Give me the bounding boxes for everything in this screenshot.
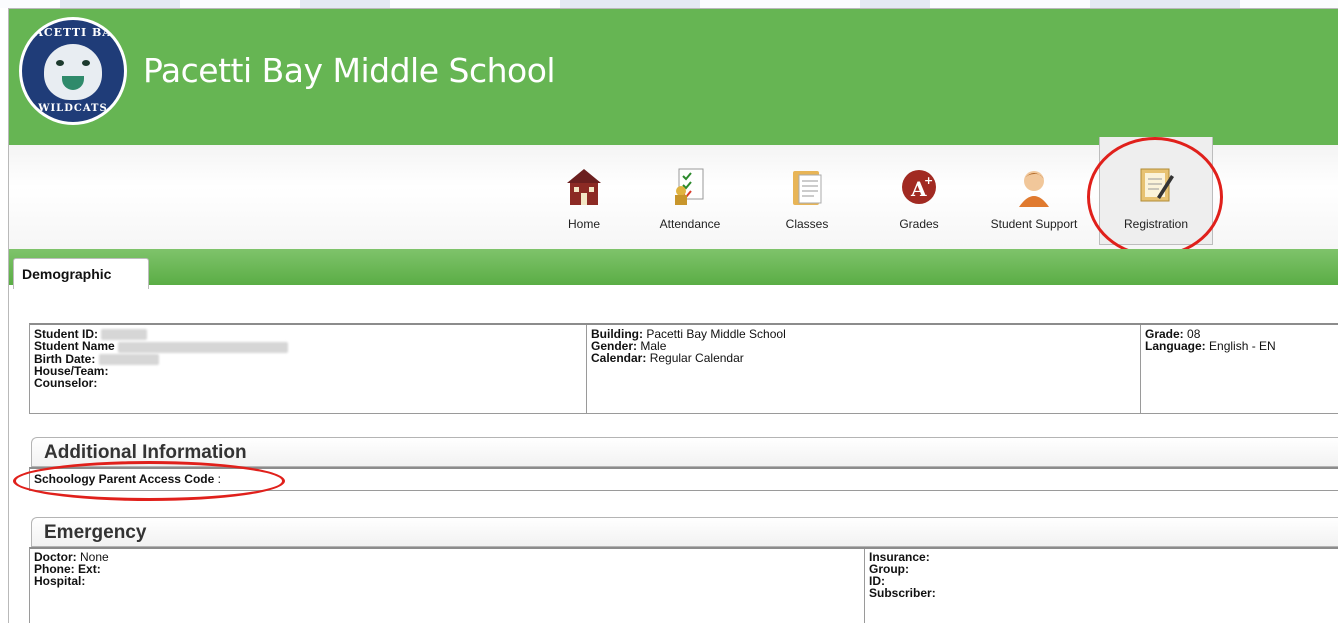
student-support-icon (1019, 171, 1049, 207)
schoology-label: Schoology Parent Access Code (34, 472, 215, 486)
schoology-colon: : (217, 472, 221, 486)
nav-grades-label: Grades (899, 217, 939, 231)
nav-student-support[interactable]: Student Support (979, 151, 1089, 243)
tab-band (9, 249, 1338, 285)
attendance-icon (675, 168, 704, 205)
school-logo[interactable]: PACETTI BAY WILDCATS (19, 17, 127, 125)
classes-icon (793, 171, 822, 205)
redacted-value (101, 329, 148, 341)
language-label: Language: (1145, 339, 1206, 353)
nav-classes-label: Classes (785, 217, 829, 231)
building-value: Pacetti Bay Middle School (646, 327, 786, 341)
logo-top-text: PACETTI BAY (25, 26, 121, 39)
nav-attendance[interactable]: Attendance (643, 151, 737, 243)
school-header: PACETTI BAY WILDCATS Pacetti Bay Middle … (9, 9, 1338, 145)
language-value: English - EN (1209, 339, 1276, 353)
nav-home-label: Home (567, 217, 600, 231)
nav-classes[interactable]: Classes (769, 151, 845, 243)
insurance-column: Insurance: Group: ID: Subscriber: (864, 549, 1338, 623)
additional-info-header: Additional Information (31, 437, 1338, 467)
emergency-body: Doctor: None Phone: Ext: Hospital: Insur… (29, 547, 1338, 623)
calendar-value: Regular Calendar (649, 351, 744, 365)
nav-attendance-label: Attendance (659, 217, 721, 231)
browser-page: PACETTI BAY WILDCATS Pacetti Bay Middle … (8, 8, 1338, 623)
nav-grades[interactable]: A + Grades (881, 151, 957, 243)
counselor-label: Counselor: (34, 375, 98, 390)
nav-registration[interactable]: Registration (1099, 137, 1213, 245)
doctor-column: Doctor: None Phone: Ext: Hospital: (30, 549, 864, 623)
student-info-column: Student ID: Student Name Birth Date: Hou… (30, 325, 586, 413)
nav-home[interactable]: Home (549, 151, 619, 243)
grades-icon: A + (902, 170, 936, 204)
hospital-label: Hospital: (34, 574, 86, 588)
schoology-row: Schoology Parent Access Code : (30, 469, 1338, 490)
main-nav: Home Attendance Classes A + Grades Stude… (9, 137, 1338, 250)
registration-icon (1140, 168, 1174, 202)
building-info-column: Building: Pacetti Bay Middle School Gend… (586, 325, 1140, 413)
redacted-value (98, 353, 159, 365)
nav-registration-label: Registration (1123, 217, 1189, 231)
grade-info-column: Grade: 08 Language: English - EN (1140, 325, 1338, 413)
calendar-label: Calendar: (591, 351, 647, 365)
nav-student-support-label: Student Support (990, 217, 1078, 231)
wildcat-icon (44, 44, 102, 100)
additional-info-body: Schoology Parent Access Code : (29, 467, 1338, 491)
subscriber-label: Subscriber: (869, 586, 936, 600)
svg-text:+: + (924, 174, 933, 187)
background-strip (0, 0, 1338, 8)
logo-bottom-text: WILDCATS (38, 103, 108, 114)
tab-demographic[interactable]: Demographic (13, 258, 149, 289)
school-name: Pacetti Bay Middle School (143, 51, 556, 90)
demographic-panel: Student ID: Student Name Birth Date: Hou… (29, 323, 1338, 414)
emergency-header: Emergency (31, 517, 1338, 547)
redacted-value (118, 341, 289, 353)
house-icon (567, 169, 601, 205)
